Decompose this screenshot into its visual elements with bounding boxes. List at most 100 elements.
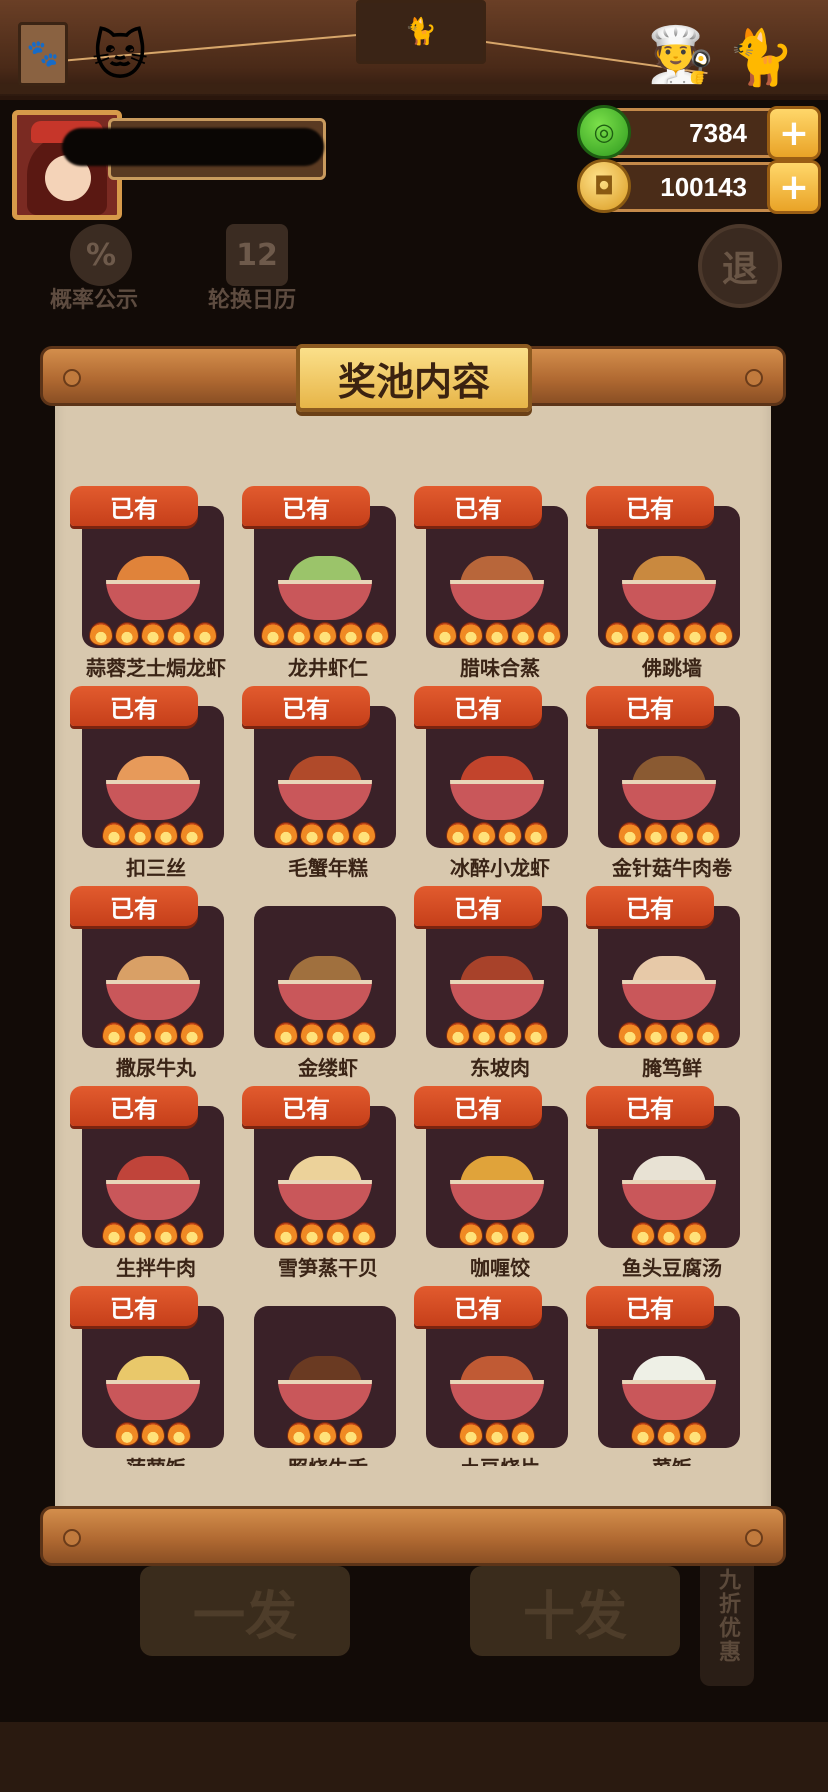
flame-icon — [180, 1022, 204, 1046]
flame-icon — [287, 1422, 311, 1446]
flame-icon — [511, 622, 535, 646]
flame-icon — [339, 622, 363, 646]
flame-icon — [631, 622, 655, 646]
flame-icon — [537, 622, 561, 646]
flame-icon — [696, 822, 720, 846]
prize-item[interactable]: 已有 撒尿牛丸 — [70, 886, 242, 1086]
dish-name: 鱼头豆腐汤 — [622, 1256, 722, 1280]
prize-item[interactable]: 已有土豆烧片 — [414, 1286, 586, 1486]
flame-icon — [459, 622, 483, 646]
dish-name: 咖喱饺 — [470, 1256, 530, 1280]
flame-icon — [644, 1022, 668, 1046]
prize-item[interactable]: 已有 生拌牛肉 — [70, 1086, 242, 1286]
prize-item[interactable]: 已有 蒜蓉芝士焗龙虾 — [70, 486, 242, 686]
flame-icon — [313, 622, 337, 646]
flame-icon — [313, 1422, 337, 1446]
prize-item[interactable]: 已有 毛蟹年糕 — [242, 686, 414, 886]
flame-icon — [446, 1022, 470, 1046]
flame-icon — [511, 1422, 535, 1446]
owned-badge: 已有 — [70, 1086, 198, 1126]
flame-icon — [326, 1022, 350, 1046]
player-name-redacted — [62, 128, 324, 166]
dish-icon — [450, 1344, 544, 1424]
prize-item[interactable]: 已有 东坡肉 — [414, 886, 586, 1086]
paw-frame-icon: 🐾 — [18, 22, 68, 86]
flame-icon — [326, 1222, 350, 1246]
draw-once-button: 一发 — [140, 1566, 350, 1656]
rarity-flames — [82, 1022, 224, 1046]
exit-button: 退 — [698, 224, 782, 308]
flame-icon — [339, 1422, 363, 1446]
rarity-flames — [426, 1422, 568, 1446]
prize-item[interactable]: 照烧牛舌 — [242, 1286, 414, 1486]
dish-name: 金缕虾 — [298, 1056, 358, 1080]
prize-item[interactable]: 已有菠萝饭 — [70, 1286, 242, 1486]
prize-item[interactable]: 已有咖喱饺 — [414, 1086, 586, 1286]
gold-currency: ◘ 100143 + — [577, 159, 821, 214]
flame-icon — [709, 622, 733, 646]
owned-badge: 已有 — [586, 686, 714, 726]
flame-icon — [128, 1022, 152, 1046]
flame-icon — [141, 622, 165, 646]
bottom-bar — [0, 1722, 828, 1792]
jade-currency: ◎ 7384 + — [577, 105, 821, 160]
prize-item[interactable]: 已有 雪笋蒸干贝 — [242, 1086, 414, 1286]
flame-icon — [644, 822, 668, 846]
chef-kid-icon: 🧑‍🍳 — [647, 23, 715, 86]
flame-icon — [459, 1222, 483, 1246]
flame-icon — [141, 1422, 165, 1446]
prize-item[interactable]: 已有 冰醉小龙虾 — [414, 686, 586, 886]
rarity-flames — [426, 1022, 568, 1046]
owned-badge: 已有 — [586, 1286, 714, 1326]
gold-value: 100143 — [660, 172, 747, 202]
prize-item[interactable]: 已有鱼头豆腐汤 — [586, 1086, 758, 1286]
owned-badge: 已有 — [70, 686, 198, 726]
prize-item[interactable]: 已有 腌笃鲜 — [586, 886, 758, 1086]
flame-icon — [618, 1022, 642, 1046]
prize-item[interactable]: 已有 腊味合蒸 — [414, 486, 586, 686]
flame-icon — [498, 1022, 522, 1046]
prize-item[interactable]: 已有菜饭 — [586, 1286, 758, 1486]
add-gold-button[interactable]: + — [767, 160, 821, 214]
owned-badge: 已有 — [586, 1086, 714, 1126]
add-jade-button[interactable]: + — [767, 106, 821, 160]
flame-icon — [180, 1222, 204, 1246]
dish-icon — [622, 944, 716, 1024]
rarity-flames — [598, 1222, 740, 1246]
flame-icon — [683, 1422, 707, 1446]
rarity-flames — [426, 822, 568, 846]
flame-icon — [472, 822, 496, 846]
prize-item[interactable]: 已有 金针菇牛肉卷 — [586, 686, 758, 886]
dish-name: 冰醉小龙虾 — [450, 856, 550, 880]
flame-icon — [300, 822, 324, 846]
owned-badge: 已有 — [414, 1086, 542, 1126]
scroll-bottom-rod[interactable] — [40, 1506, 786, 1566]
flame-icon — [180, 822, 204, 846]
flame-icon — [459, 1422, 483, 1446]
dish-icon — [622, 744, 716, 824]
flame-icon — [498, 822, 522, 846]
jade-value: 7384 — [689, 118, 747, 148]
dish-name: 菠萝饭 — [70, 1452, 242, 1466]
prize-item[interactable]: 已有 扣三丝 — [70, 686, 242, 886]
flame-icon — [472, 1022, 496, 1046]
cat-portrait-icon: 🐈 — [356, 0, 486, 64]
flame-icon — [89, 622, 113, 646]
prize-item[interactable]: 已有 佛跳墙 — [586, 486, 758, 686]
dish-icon — [278, 944, 372, 1024]
prize-item[interactable]: 金缕虾 — [242, 886, 414, 1086]
flame-icon — [102, 1222, 126, 1246]
dish-icon — [450, 944, 544, 1024]
flame-icon — [524, 822, 548, 846]
owned-badge: 已有 — [414, 486, 542, 526]
flame-icon — [696, 1022, 720, 1046]
owned-badge: 已有 — [414, 1286, 542, 1326]
dish-icon — [450, 744, 544, 824]
owned-badge: 已有 — [586, 886, 714, 926]
rarity-flames — [82, 1222, 224, 1246]
flame-icon — [670, 1022, 694, 1046]
flame-icon — [193, 622, 217, 646]
flame-icon — [657, 1222, 681, 1246]
flame-icon — [154, 1222, 178, 1246]
prize-item[interactable]: 已有 龙井虾仁 — [242, 486, 414, 686]
